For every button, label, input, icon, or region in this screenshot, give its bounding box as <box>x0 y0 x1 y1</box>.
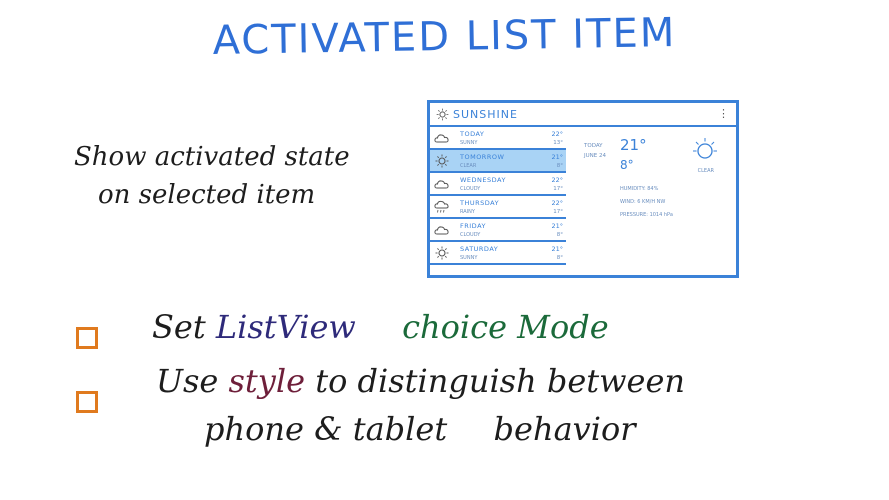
task-2-line2: phone & tablet behavior <box>204 410 636 448</box>
app-bar: SUNSHINE ⋮ <box>430 103 736 127</box>
overflow-menu-icon[interactable]: ⋮ <box>718 108 730 119</box>
list-item-day: TOMORROW <box>460 153 505 161</box>
cloud-icon <box>434 223 450 237</box>
tablet-app-mockup: SUNSHINE ⋮ TODAY SUNNY 22° 13° TOMORROW CLEAR… <box>427 100 739 278</box>
list-item[interactable]: WEDNESDAY CLOUDY 22° 17° <box>430 173 566 196</box>
checkbox-task-1[interactable] <box>76 327 98 349</box>
detail-pane: TODAY JUNE 24 21° 8° CLEAR HUMIDITY: 84%… <box>580 133 730 273</box>
list-item-desc: SUNNY <box>460 255 478 261</box>
cloud-icon <box>434 177 450 191</box>
task-1-keyword-listview: ListView <box>215 308 356 346</box>
page-title: ACTIVATED LIST ITEM <box>212 9 677 65</box>
list-item-high: 21° <box>551 245 563 253</box>
detail-low: 8° <box>620 158 634 172</box>
list-item-day: FRIDAY <box>460 222 486 230</box>
sun-icon <box>436 108 449 120</box>
detail-condition: CLEAR <box>697 168 714 174</box>
side-note: Show activated state on selected item <box>74 138 350 214</box>
sun-icon <box>693 138 717 159</box>
list-item-desc: CLEAR <box>460 163 477 169</box>
detail-day: TODAY <box>584 143 603 149</box>
cloud-icon <box>434 131 450 145</box>
list-item-high: 21° <box>551 153 563 161</box>
list-item-desc: CLOUDY <box>460 186 481 192</box>
side-note-line1: Show activated state <box>74 142 350 172</box>
detail-wind: WIND: 6 KM/H NW <box>620 199 666 205</box>
list-item-low: 13° <box>553 140 563 146</box>
list-item-high: 22° <box>551 130 563 138</box>
task-2-phone-tablet: phone & tablet <box>204 410 448 448</box>
detail-pressure: PRESSURE: 1014 hPa <box>620 212 673 218</box>
list-item[interactable]: FRIDAY CLOUDY 21° 8° <box>430 219 566 242</box>
task-2-rest: to distinguish between <box>315 362 686 400</box>
list-item-high: 21° <box>551 222 563 230</box>
list-item[interactable]: THURSDAY RAINY 22° 17° <box>430 196 566 219</box>
list-item-high: 22° <box>551 199 563 207</box>
list-item-low: 17° <box>553 186 563 192</box>
detail-date-text: JUNE 24 <box>584 153 606 159</box>
list-item[interactable]: TOMORROW CLEAR 21° 8° <box>430 150 566 173</box>
list-item-day: WEDNESDAY <box>460 176 506 184</box>
detail-humidity: HUMIDITY: 84% <box>620 186 659 192</box>
list-item-day: THURSDAY <box>460 199 500 207</box>
task-1: Set ListView choice Mode <box>152 308 609 346</box>
task-1-keyword-choicemode: choice Mode <box>402 308 609 346</box>
task-2-line1: Use style to distinguish between <box>156 362 685 400</box>
detail-date: TODAY JUNE 24 <box>584 141 606 161</box>
list-item-desc: SUNNY <box>460 140 478 146</box>
checkbox-task-2[interactable] <box>76 391 98 413</box>
task-2-verb: Use <box>156 362 219 400</box>
list-item[interactable]: TODAY SUNNY 22° 13° <box>430 127 566 150</box>
app-name: SUNSHINE <box>453 107 518 121</box>
list-item-low: 17° <box>553 209 563 215</box>
task-2-behavior: behavior <box>493 410 636 448</box>
list-item-low: 8° <box>556 232 563 238</box>
list-item-high: 22° <box>551 176 563 184</box>
list-item-day: TODAY <box>460 130 485 138</box>
sun-icon <box>434 154 450 168</box>
detail-high: 21° <box>620 136 647 154</box>
list-item-day: SATURDAY <box>460 245 499 253</box>
sun-icon <box>434 246 450 260</box>
rain-icon <box>434 200 450 214</box>
list-item[interactable]: SATURDAY SUNNY 21° 8° <box>430 242 566 265</box>
side-note-line2: on selected item <box>98 180 316 210</box>
list-item-low: 8° <box>556 255 563 261</box>
task-2-keyword-style: style <box>228 362 306 400</box>
list-item-low: 8° <box>556 163 563 169</box>
forecast-list: TODAY SUNNY 22° 13° TOMORROW CLEAR 21° 8° WEDNES… <box>430 127 566 265</box>
detail-meta: HUMIDITY: 84% WIND: 6 KM/H NW PRESSURE: … <box>620 183 673 222</box>
task-1-verb: Set <box>152 308 206 346</box>
list-item-desc: CLOUDY <box>460 232 481 238</box>
list-item-desc: RAINY <box>460 209 475 215</box>
